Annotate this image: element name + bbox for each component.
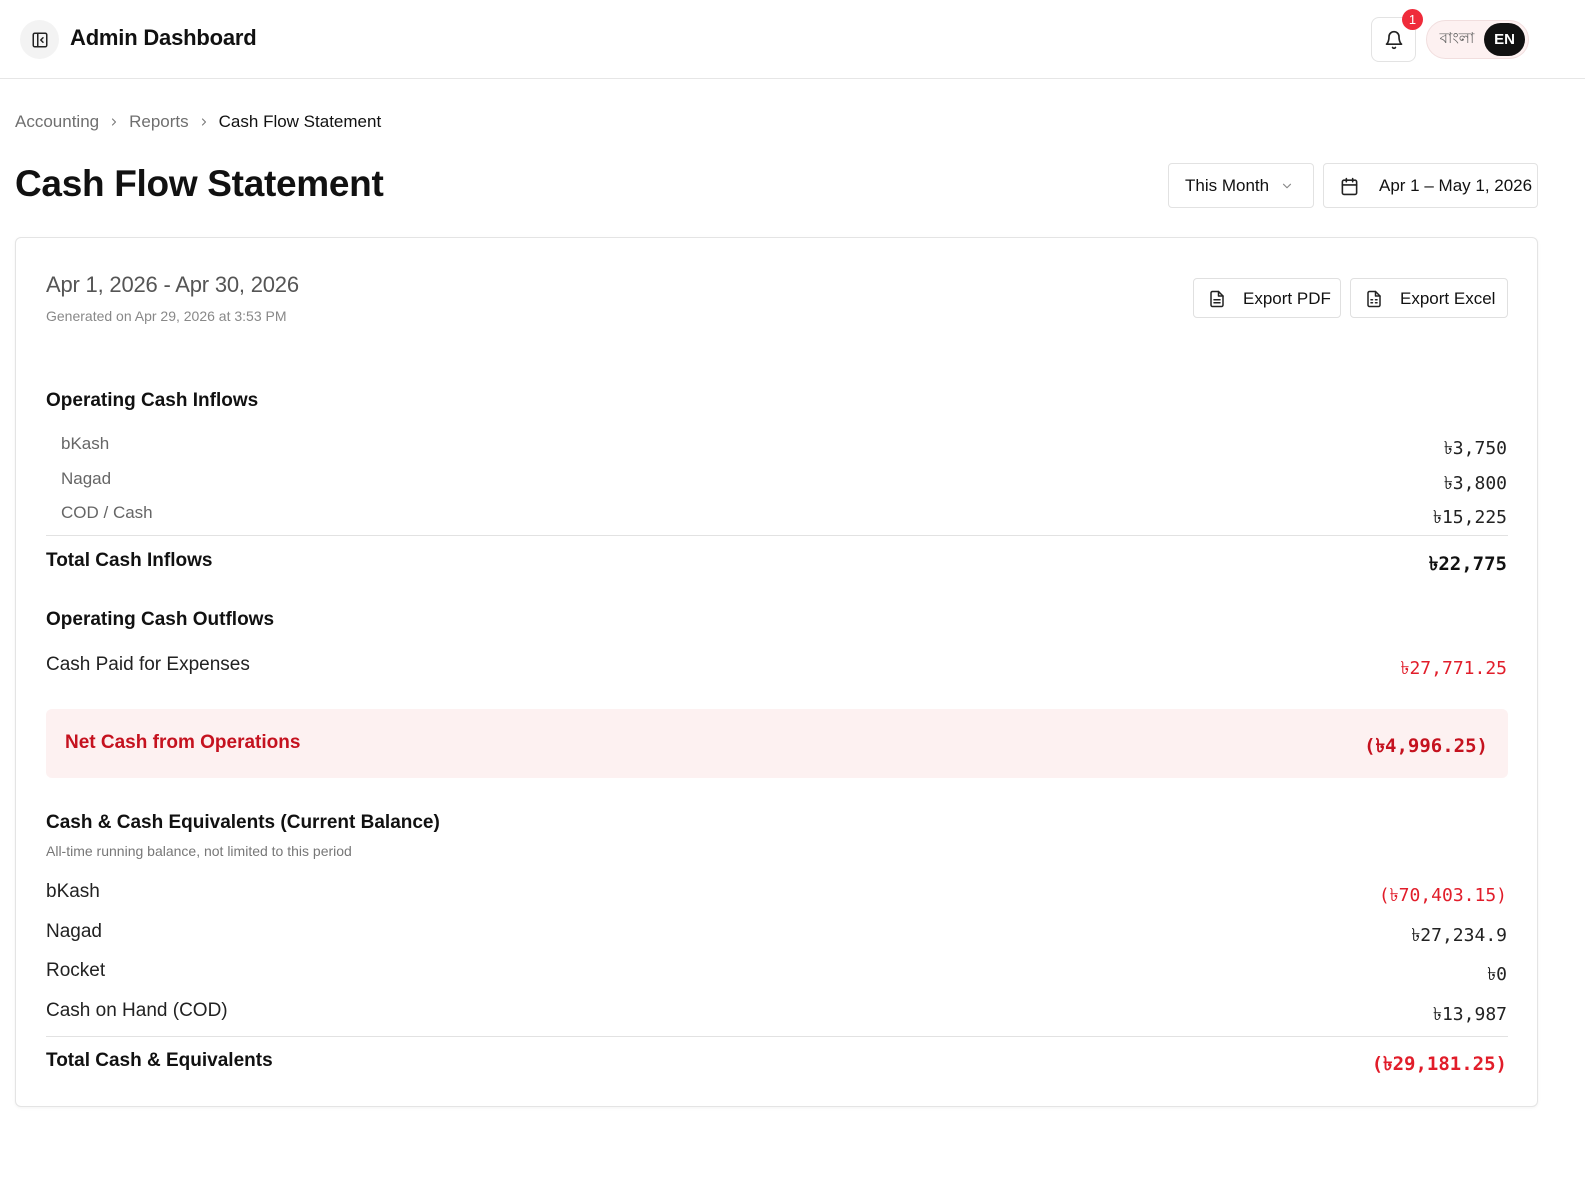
calendar-icon (1341, 177, 1358, 196)
outflow-amount-expenses: ৳27,771.25 (1400, 658, 1508, 679)
section-title-balance: Cash & Cash Equivalents (Current Balance… (46, 812, 440, 833)
balance-label-cash-on-hand: Cash on Hand (COD) (46, 1000, 228, 1021)
chevron-down-icon (1282, 183, 1292, 189)
total-inflows-label: Total Cash Inflows (46, 550, 213, 571)
export-pdf-label: Export PDF (1243, 289, 1331, 308)
balance-label-nagad: Nagad (46, 921, 102, 942)
section-title-inflows: Operating Cash Inflows (46, 390, 259, 411)
inflow-amount-cod: ৳15,225 (1433, 507, 1507, 528)
net-cash-summary: Net Cash from Operations (৳4,996.25) (46, 709, 1508, 778)
sidebar-toggle-button[interactable] (20, 20, 59, 59)
notification-count-badge: 1 (1402, 9, 1423, 30)
date-range-picker[interactable]: Apr 1 – May 1, 2026 (1323, 163, 1538, 208)
file-spreadsheet-icon (1367, 290, 1381, 308)
report-period: Apr 1, 2026 - Apr 30, 2026 (46, 272, 299, 297)
page-title: Cash Flow Statement (15, 163, 384, 204)
app-title: Admin Dashboard (70, 25, 257, 50)
balance-label-bkash: bKash (46, 881, 100, 902)
chevron-right-icon (198, 116, 210, 128)
outflow-label-expenses: Cash Paid for Expenses (46, 654, 250, 675)
balance-amount-bkash: (৳70,403.15) (1378, 885, 1507, 906)
period-select-value: This Month (1185, 175, 1270, 195)
breadcrumb-accounting[interactable]: Accounting (15, 112, 99, 132)
total-inflows-amount: ৳22,775 (1428, 553, 1507, 575)
export-excel-button[interactable]: Export Excel (1350, 278, 1508, 318)
language-option-english[interactable]: EN (1484, 23, 1525, 56)
top-header: Admin Dashboard 1 বাংলা EN (0, 0, 1585, 79)
inflow-amount-bkash: ৳3,750 (1443, 438, 1507, 459)
file-text-icon (1210, 290, 1224, 308)
inflow-label-nagad: Nagad (61, 469, 112, 488)
balance-label-rocket: Rocket (46, 960, 106, 981)
balance-amount-rocket: ৳0 (1487, 964, 1507, 985)
date-range-value: Apr 1 – May 1, 2026 (1379, 176, 1533, 195)
bell-icon (1385, 30, 1402, 49)
balance-note: All-time running balance, not limited to… (46, 843, 352, 859)
language-option-bangla[interactable]: বাংলা (1427, 27, 1483, 52)
net-cash-label: Net Cash from Operations (65, 732, 301, 753)
inflow-label-cod: COD / Cash (61, 503, 153, 522)
total-equivalents-label: Total Cash & Equivalents (46, 1050, 273, 1071)
balance-amount-nagad: ৳27,234.9 (1411, 925, 1507, 946)
divider (46, 1036, 1508, 1037)
net-cash-amount: (৳4,996.25) (1364, 735, 1488, 757)
export-pdf-button[interactable]: Export PDF (1193, 278, 1341, 318)
section-title-outflows: Operating Cash Outflows (46, 609, 275, 630)
chevron-right-icon (108, 116, 120, 128)
export-excel-label: Export Excel (1400, 289, 1496, 308)
period-select[interactable]: This Month (1168, 163, 1314, 208)
total-equivalents-amount: (৳29,181.25) (1371, 1053, 1507, 1075)
balance-amount-cash-on-hand: ৳13,987 (1433, 1004, 1507, 1025)
breadcrumb: Accounting Reports Cash Flow Statement (15, 111, 381, 133)
panel-left-icon (32, 32, 47, 47)
cash-flow-report-card: Apr 1, 2026 - Apr 30, 2026 Generated on … (15, 237, 1538, 1107)
breadcrumb-reports[interactable]: Reports (129, 112, 189, 132)
language-toggle[interactable]: বাংলা EN (1426, 20, 1529, 59)
inflow-amount-nagad: ৳3,800 (1443, 473, 1507, 494)
breadcrumb-current: Cash Flow Statement (218, 112, 382, 131)
inflow-label-bkash: bKash (61, 434, 110, 453)
report-generated-timestamp: Generated on Apr 29, 2026 at 3:53 PM (46, 308, 287, 324)
divider (46, 535, 1508, 536)
